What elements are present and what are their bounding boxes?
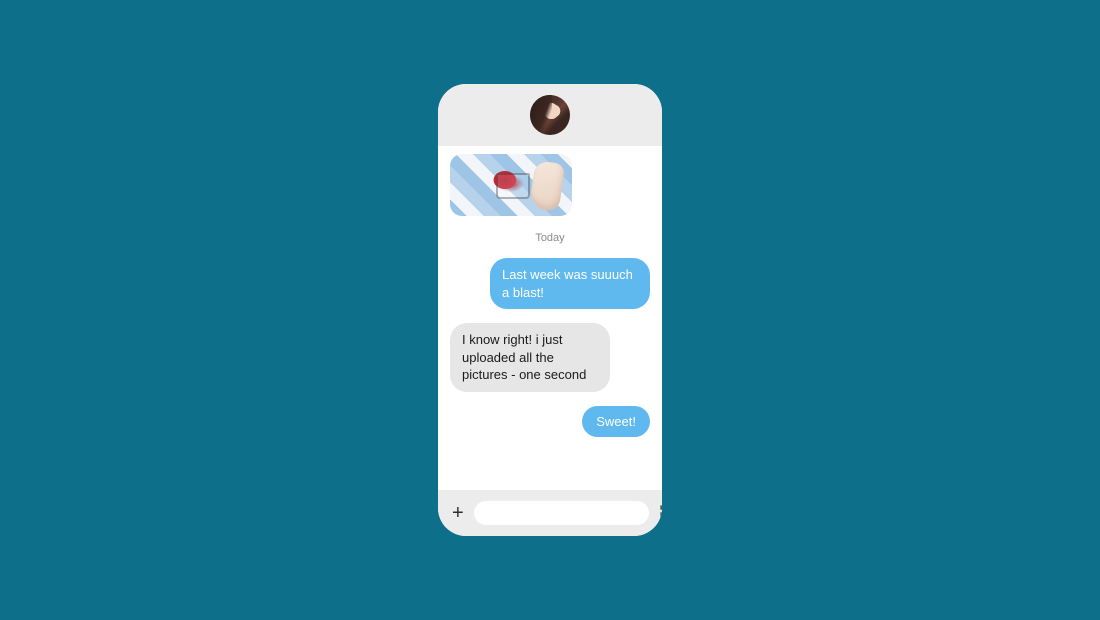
message-text: Sweet! [596, 414, 636, 429]
composer-bar: + [438, 490, 662, 536]
send-button[interactable] [659, 504, 662, 522]
image-message[interactable] [450, 154, 572, 216]
paper-plane-icon [659, 503, 662, 524]
message-list[interactable]: Today Last week was suuuch a blast! I kn… [438, 146, 662, 490]
message-bubble-received[interactable]: I know right! i just uploaded all the pi… [450, 323, 610, 392]
message-text: Last week was suuuch a blast! [502, 267, 633, 300]
chat-header [438, 84, 662, 146]
phone-mockup: Today Last week was suuuch a blast! I kn… [438, 84, 662, 536]
contact-avatar[interactable] [530, 95, 570, 135]
message-bubble-sent[interactable]: Sweet! [582, 406, 650, 438]
message-input[interactable] [474, 501, 649, 525]
date-divider: Today [450, 232, 650, 244]
message-bubble-sent[interactable]: Last week was suuuch a blast! [490, 258, 650, 309]
message-text: I know right! i just uploaded all the pi… [462, 332, 586, 382]
plus-icon[interactable]: + [452, 503, 464, 523]
